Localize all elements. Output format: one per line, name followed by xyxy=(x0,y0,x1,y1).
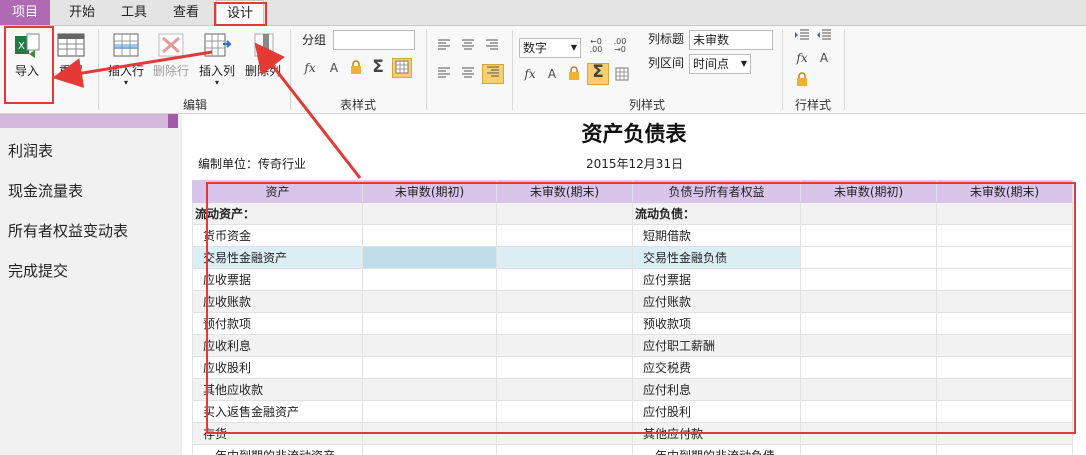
annotation-arrows xyxy=(52,42,362,179)
